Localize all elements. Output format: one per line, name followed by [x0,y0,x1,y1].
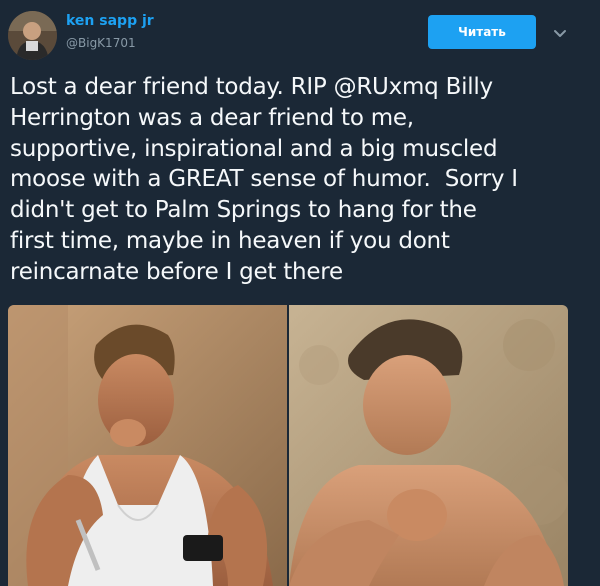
avatar[interactable] [8,11,57,60]
photo-man-white-tank-top[interactable] [8,305,287,586]
follow-button[interactable]: Читать [428,15,536,49]
tweet-card: ken sapp jr @BigK1701 Читать Lost a dear… [0,0,600,586]
display-name[interactable]: ken sapp jr [66,13,154,29]
tweet-media [8,305,568,586]
tweet-text: Lost a dear friend today. RIP @RUxmq Bil… [10,74,518,285]
tweet-header: ken sapp jr @BigK1701 Читать [0,0,600,70]
chevron-down-icon[interactable] [550,24,570,44]
username[interactable]: @BigK1701 [66,36,136,50]
avatar-image [8,11,57,60]
photo-man-rocky-background[interactable] [289,305,568,586]
